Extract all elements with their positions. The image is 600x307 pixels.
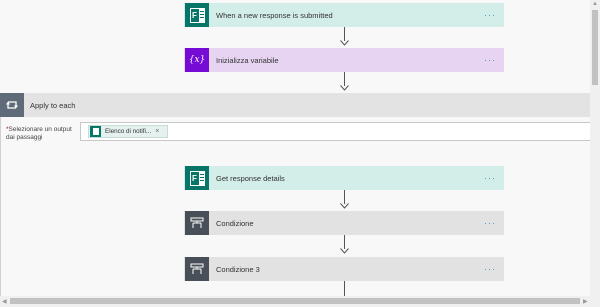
step-card-condition[interactable]: Condizione ··· [184,211,504,235]
more-options-icon[interactable]: ··· [477,55,503,65]
trigger-card-new-response[interactable]: F When a new response is submitted ··· [184,3,504,27]
connector-arrow-icon [340,203,349,209]
get-details-title: Get response details [216,173,285,183]
connector-line [344,235,345,249]
condition-icon [185,211,209,235]
dynamic-content-token[interactable]: Elenco di notifi... × [88,125,168,138]
condition-3-title: Condizione 3 [216,264,260,274]
connector-line [344,281,345,296]
more-options-icon[interactable]: ··· [477,264,503,274]
connector-line [344,72,345,86]
condition-icon [185,257,209,281]
select-output-input[interactable]: Elenco di notifi... × [80,122,592,141]
step-card-init-variable[interactable]: {x} Inizializza variabile ··· [184,48,504,72]
connector-arrow-icon [340,85,349,91]
scroll-up-icon[interactable]: ▲ [592,1,598,7]
connector-arrow-icon [340,40,349,46]
init-variable-title: Inizializza variabile [216,55,279,65]
apply-to-each-header[interactable]: Apply to each [0,93,590,117]
variable-icon: {x} [185,48,209,72]
connector-line [344,190,345,204]
more-options-icon[interactable]: ··· [477,173,503,183]
loop-icon [0,93,24,117]
apply-to-each-title: Apply to each [30,100,76,110]
scroll-right-icon[interactable]: ▶ [583,298,588,305]
token-label: Elenco di notifi... [105,128,152,135]
remove-token-icon[interactable]: × [155,128,159,135]
more-options-icon[interactable]: ··· [477,10,503,20]
select-output-label: *Selezionare un output dai passaggi [6,126,72,141]
connector-line [344,27,345,41]
step-card-condition-3[interactable]: Condizione 3 ··· [184,257,504,281]
horizontal-scroll-thumb[interactable] [10,298,580,304]
forms-icon: F [185,166,209,190]
forms-icon [90,126,101,137]
more-options-icon[interactable]: ··· [477,218,503,228]
vertical-scroll-thumb[interactable] [592,10,598,85]
step-card-get-response-details[interactable]: F Get response details ··· [184,166,504,190]
condition-title: Condizione [216,218,254,228]
forms-icon: F [185,3,209,27]
scroll-left-icon[interactable]: ◀ [2,298,7,305]
connector-arrow-icon [340,248,349,254]
trigger-title: When a new response is submitted [216,10,333,20]
